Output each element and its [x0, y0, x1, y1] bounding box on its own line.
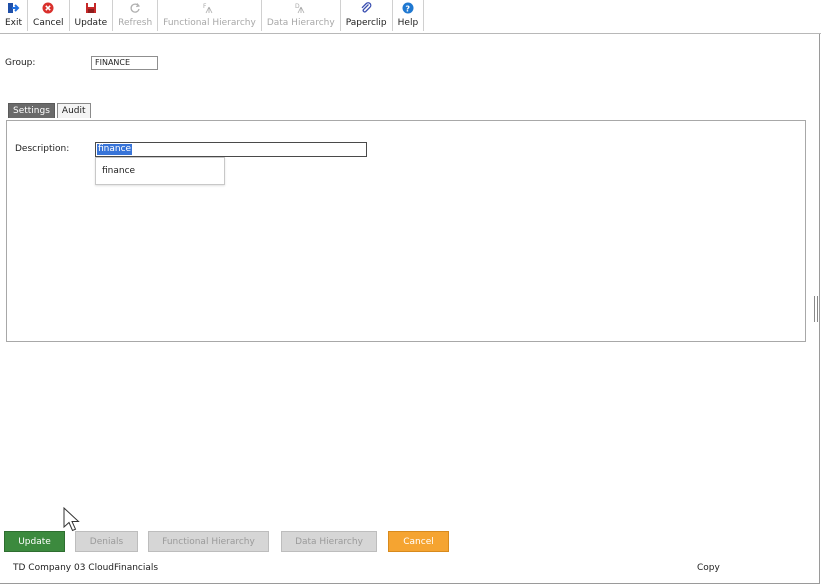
group-label: Group: — [5, 58, 36, 68]
functional-hierarchy-toolbar-button[interactable]: F Functional Hierarchy — [158, 0, 262, 31]
update-label: Update — [74, 18, 108, 28]
refresh-label: Refresh — [118, 18, 153, 28]
exit-icon — [7, 1, 21, 15]
cancel-button[interactable]: Cancel — [388, 531, 449, 552]
paperclip-label: Paperclip — [345, 18, 387, 28]
exit-button[interactable]: Exit — [0, 0, 29, 31]
svg-text:D: D — [295, 3, 300, 10]
company-name: TD Company 03 CloudFinancials — [13, 563, 159, 573]
autocomplete-dropdown: finance — [95, 157, 225, 185]
help-icon: ? — [401, 1, 415, 15]
paperclip-button[interactable]: Paperclip — [341, 0, 393, 31]
data-hierarchy-button[interactable]: Data Hierarchy — [281, 531, 377, 552]
refresh-button[interactable]: Refresh — [113, 0, 159, 31]
functional-hierarchy-button[interactable]: Functional Hierarchy — [148, 531, 269, 552]
tab-bar: Settings Audit — [8, 103, 91, 118]
denials-button[interactable]: Denials — [75, 531, 138, 552]
copy-link[interactable]: Copy — [697, 563, 720, 573]
autocomplete-item[interactable]: finance — [96, 158, 224, 176]
refresh-icon — [128, 1, 142, 15]
tab-audit[interactable]: Audit — [56, 103, 91, 118]
paperclip-icon — [359, 1, 373, 15]
help-button[interactable]: ? Help — [393, 0, 425, 31]
description-selected-text: finance — [97, 144, 133, 155]
mouse-cursor-icon — [63, 507, 80, 532]
scrollbar-grip[interactable] — [814, 296, 818, 322]
description-label: Description: — [15, 144, 70, 154]
cancel-icon — [41, 1, 55, 15]
save-icon — [84, 1, 98, 15]
exit-label: Exit — [5, 18, 23, 28]
cancel-label: Cancel — [33, 18, 64, 28]
tab-settings[interactable]: Settings — [8, 103, 55, 118]
help-label: Help — [397, 18, 419, 28]
update-button[interactable]: Update — [4, 531, 65, 552]
toolbar: Exit Cancel Update Refresh F Functional … — [0, 0, 425, 33]
cancel-toolbar-button[interactable]: Cancel — [28, 0, 70, 31]
svg-text:?: ? — [405, 4, 410, 13]
data-hierarchy-icon: D — [294, 1, 308, 15]
description-input[interactable]: finance — [95, 142, 367, 157]
update-toolbar-button[interactable]: Update — [70, 0, 114, 31]
group-field: FINANCE — [91, 56, 158, 70]
svg-text:F: F — [203, 3, 207, 10]
data-hierarchy-toolbar-button[interactable]: D Data Hierarchy — [262, 0, 341, 31]
functional-hierarchy-label: Functional Hierarchy — [163, 18, 256, 28]
functional-hierarchy-icon: F — [202, 1, 216, 15]
data-hierarchy-label: Data Hierarchy — [266, 18, 335, 28]
